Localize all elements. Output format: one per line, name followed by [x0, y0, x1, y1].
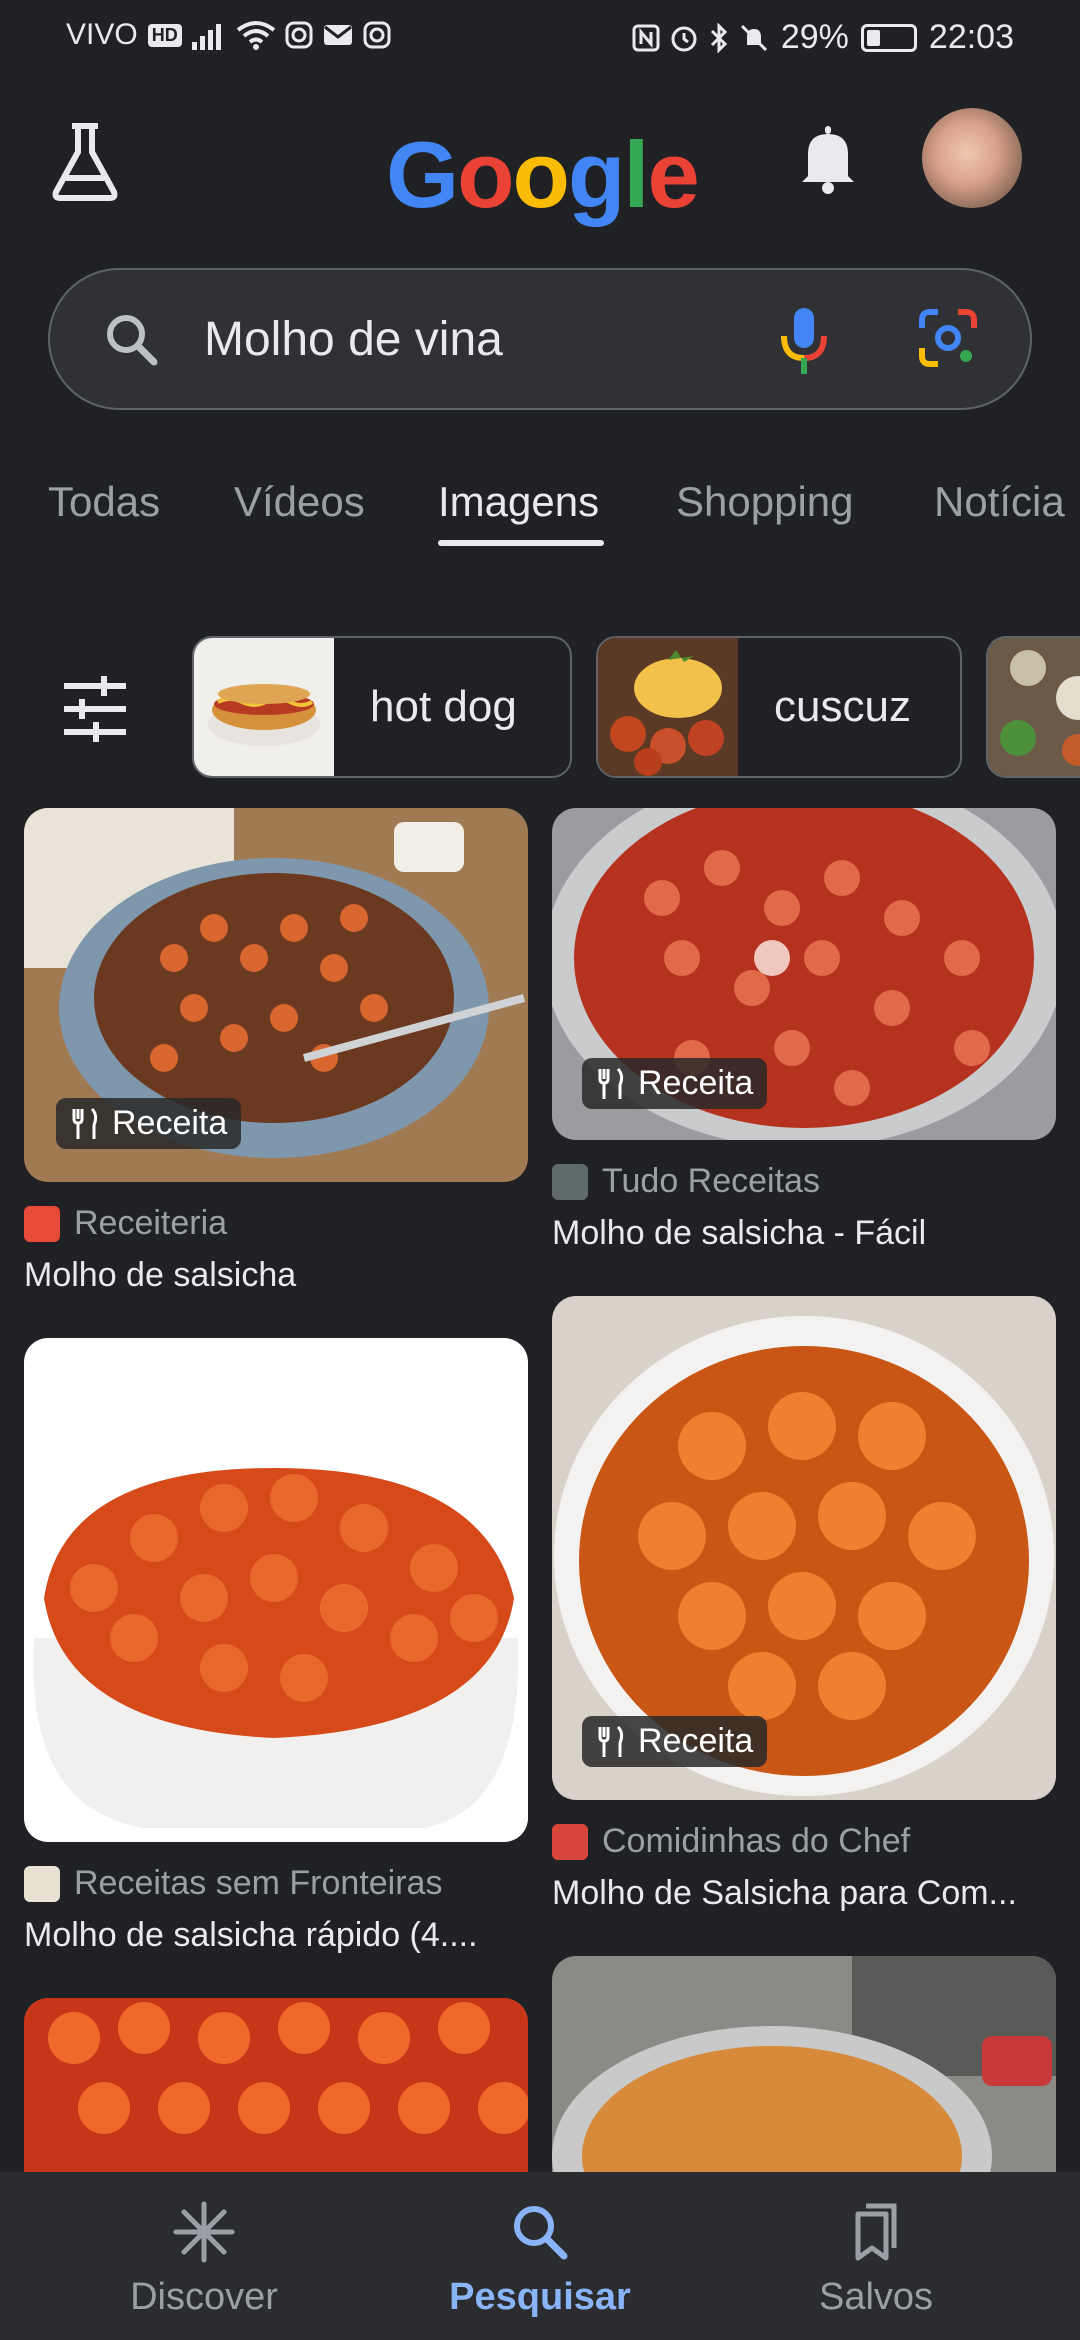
tudo-receitas-favicon	[552, 1163, 588, 1200]
source-name: Tudo Receitas	[602, 1162, 820, 1200]
fork-knife-icon	[598, 1067, 624, 1099]
mail-icon	[323, 25, 352, 45]
instagram-icon-2	[363, 21, 391, 49]
status-right: 29% 22:03	[631, 18, 1014, 57]
result-source-4[interactable]: Comidinhas do Chef	[552, 1822, 910, 1861]
fork-knife-icon	[598, 1725, 624, 1757]
tab-shopping[interactable]: Shopping	[676, 470, 854, 534]
account-avatar[interactable]	[922, 108, 1022, 208]
alarm-icon	[671, 26, 697, 51]
notifications-bell-icon[interactable]	[796, 124, 860, 196]
logo-letter: o	[512, 122, 570, 227]
nav-salvos-label: Salvos	[818, 2276, 934, 2318]
discover-asterisk-icon	[173, 2201, 235, 2263]
chip-label: cuscuz	[774, 682, 911, 731]
partial-chip-thumbnail	[988, 638, 1080, 776]
status-left: VIVO HD	[66, 18, 392, 52]
voice-search-mic-icon[interactable]	[776, 304, 832, 380]
sauce-pan-photo	[552, 1956, 1056, 2172]
chip-partial[interactable]	[986, 636, 1080, 778]
logo-letter: G	[386, 122, 459, 227]
google-lens-icon[interactable]	[916, 306, 980, 370]
tab-todas[interactable]: Todas	[48, 470, 160, 534]
tab-noticias[interactable]: Notícia	[934, 470, 1065, 534]
fork-knife-icon	[72, 1107, 98, 1139]
result-image-3[interactable]	[24, 1338, 528, 1842]
result-image-4[interactable]: Receita	[552, 1296, 1056, 1800]
hd-badge: HD	[147, 23, 182, 47]
bluetooth-icon	[710, 22, 727, 53]
result-source-1[interactable]: Receiteria	[24, 1204, 227, 1243]
result-image-5[interactable]	[24, 1998, 528, 2172]
result-title-2[interactable]: Molho de salsicha - Fácil	[552, 1214, 926, 1253]
search-icon	[107, 315, 158, 366]
chip-cuscuz[interactable]: cuscuz	[596, 636, 962, 778]
result-image-2[interactable]: Receita	[552, 808, 1056, 1140]
clock: 22:03	[928, 18, 1014, 56]
nav-pesquisar-label: Pesquisar	[449, 2276, 631, 2318]
source-name: Comidinhas do Chef	[602, 1822, 911, 1860]
hot-dog-thumbnail	[194, 638, 334, 776]
logo-letter: l	[623, 122, 649, 227]
logo-letter: g	[567, 122, 625, 227]
tab-imagens[interactable]: Imagens	[438, 470, 599, 534]
sausage-sauce-closeup-photo	[24, 1998, 528, 2172]
active-tab-indicator	[438, 540, 604, 546]
result-title-1[interactable]: Molho de salsicha	[24, 1256, 296, 1295]
nav-discover-label: Discover	[130, 2276, 278, 2318]
google-doodle-logo[interactable]: Google	[386, 120, 706, 230]
result-image-6[interactable]	[552, 1956, 1056, 2172]
bottom-navigation: Discover Pesquisar Salvos	[0, 2172, 1080, 2340]
search-icon	[514, 2206, 568, 2260]
bookmarks-icon	[855, 2203, 897, 2261]
battery-icon	[860, 23, 917, 52]
battery-percent: 29%	[780, 18, 849, 56]
nav-pesquisar[interactable]: Pesquisar	[390, 2172, 690, 2340]
filter-sliders-icon[interactable]	[58, 672, 132, 746]
battery-fill	[866, 29, 880, 46]
search-input[interactable]: Molho de vina	[204, 308, 503, 372]
logo-letter: e	[647, 122, 700, 227]
receitas-sem-fronteiras-favicon	[24, 1865, 60, 1902]
search-tabs: Todas Vídeos Imagens Shopping Notícia	[0, 470, 1080, 550]
logo-letter: o	[457, 122, 514, 227]
nfc-icon	[632, 24, 660, 51]
result-source-3[interactable]: Receitas sem Fronteiras	[24, 1864, 442, 1903]
status-icons-right	[631, 22, 769, 53]
cuscuz-thumbnail	[598, 638, 738, 776]
recipe-badge: Receita	[56, 1098, 242, 1149]
labs-flask-icon[interactable]	[42, 118, 128, 204]
recipe-badge-label: Receita	[638, 1722, 754, 1760]
recipe-badge-label: Receita	[638, 1064, 754, 1102]
result-title-4[interactable]: Molho de Salsicha para Com...	[552, 1874, 1017, 1913]
status-icons-left	[191, 20, 392, 50]
result-image-1[interactable]: Receita	[24, 808, 528, 1182]
recipe-badge-label: Receita	[112, 1104, 228, 1142]
receiteria-favicon	[24, 1205, 60, 1242]
nav-discover[interactable]: Discover	[54, 2172, 354, 2340]
result-title-3[interactable]: Molho de salsicha rápido (4....	[24, 1916, 478, 1955]
recipe-badge: Receita	[582, 1058, 768, 1109]
wifi-icon	[236, 21, 275, 50]
tab-videos[interactable]: Vídeos	[234, 470, 365, 534]
chip-hot-dog[interactable]: hot dog	[192, 636, 572, 778]
instagram-icon	[285, 21, 313, 49]
search-bar[interactable]	[48, 268, 1032, 410]
mute-icon	[740, 24, 767, 51]
recipe-badge: Receita	[582, 1716, 768, 1767]
chip-label: hot dog	[370, 682, 517, 731]
sausage-dish-photo	[24, 1338, 528, 1842]
source-name: Receitas sem Fronteiras	[74, 1864, 443, 1902]
comidinhas-do-chef-favicon	[552, 1823, 588, 1860]
status-bar: VIVO HD 29% 22:03	[0, 0, 1080, 72]
carrier-label: VIVO	[66, 18, 138, 51]
signal-icon	[191, 24, 221, 50]
result-source-2[interactable]: Tudo Receitas	[552, 1162, 820, 1201]
nav-salvos[interactable]: Salvos	[726, 2172, 1026, 2340]
source-name: Receiteria	[74, 1204, 228, 1242]
